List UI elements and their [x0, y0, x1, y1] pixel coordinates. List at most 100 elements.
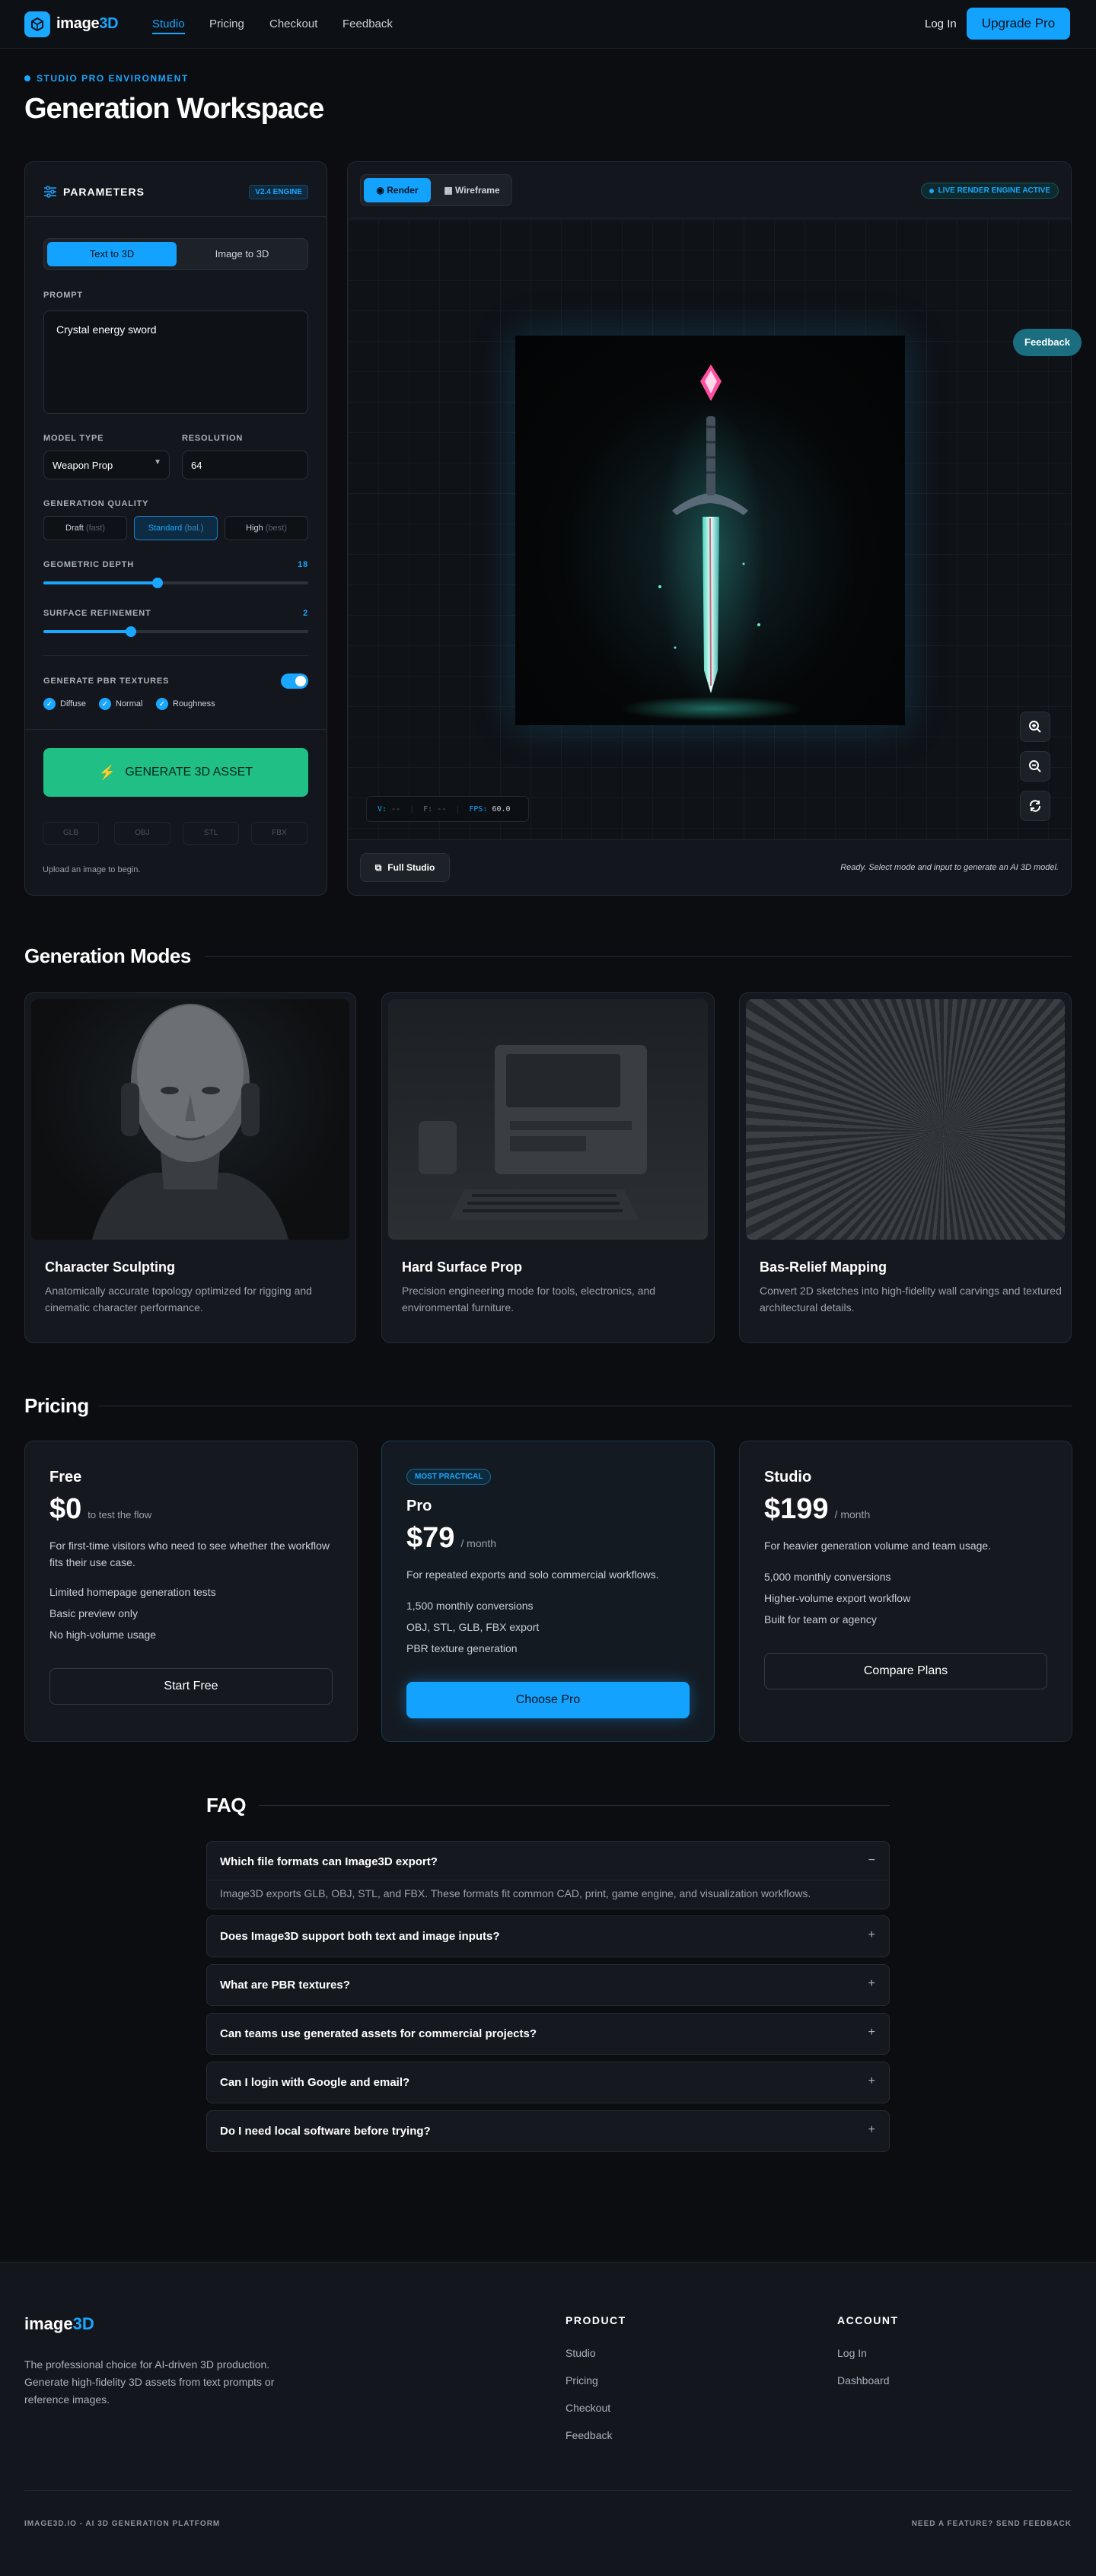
format-stl[interactable]: STL — [183, 822, 239, 845]
resolution-input[interactable]: 64 — [182, 451, 308, 479]
footer-link-feedback[interactable]: Feedback — [566, 2429, 612, 2441]
generate-button[interactable]: ⚡ GENERATE 3D ASSET — [43, 748, 308, 797]
expand-icon: + — [868, 2074, 875, 2087]
prompt-label: PROMPT — [43, 291, 83, 300]
render-button[interactable]: ◉ Render — [364, 178, 431, 202]
footer-link-pricing[interactable]: Pricing — [566, 2374, 598, 2387]
brand-suffix: 3D — [99, 15, 119, 32]
hard-surface-image — [388, 999, 708, 1240]
refinement-slider[interactable] — [43, 626, 308, 637]
faq-item[interactable]: What are PBR textures? + — [206, 1964, 890, 2006]
depth-slider-handle[interactable] — [151, 578, 163, 588]
character-bust-icon — [92, 1004, 288, 1240]
nav-pricing[interactable]: Pricing — [209, 18, 244, 30]
refinement-slider-handle[interactable] — [125, 626, 136, 637]
wireframe-button[interactable]: ▦ Wireframe — [434, 178, 510, 202]
faq-item[interactable]: Can I login with Google and email? + — [206, 2062, 890, 2103]
bolt-icon: ⚡ — [98, 764, 116, 780]
login-link[interactable]: Log In — [925, 18, 957, 30]
depth-slider[interactable] — [43, 578, 308, 588]
tab-image-to-3d[interactable]: Image to 3D — [178, 242, 306, 266]
format-obj[interactable]: OBJ — [114, 822, 170, 845]
rotate-icon[interactable] — [1020, 791, 1050, 821]
footer-link-studio[interactable]: Studio — [566, 2347, 596, 2359]
resolution-label: RESOLUTION — [182, 434, 244, 443]
footer-link-checkout[interactable]: Checkout — [566, 2402, 610, 2414]
mode-card-bas-relief[interactable]: Bas-Relief Mapping Convert 2D sketches i… — [739, 992, 1072, 1343]
footer-feedback-link[interactable]: NEED A FEATURE? SEND FEEDBACK — [912, 2520, 1072, 2528]
quality-draft[interactable]: Draft (fast) — [43, 516, 127, 540]
faq-item[interactable]: Can teams use generated assets for comme… — [206, 2013, 890, 2055]
feedback-floating-button[interactable]: Feedback — [1013, 329, 1082, 356]
quality-high[interactable]: High (best) — [225, 516, 308, 540]
model-type-value: Weapon Prop — [53, 460, 113, 471]
model-type-label: MODEL TYPE — [43, 434, 104, 443]
plan-feature: 1,500 monthly conversions — [406, 1600, 534, 1612]
checkbox-roughness[interactable]: ✓ Roughness — [156, 698, 215, 710]
upload-hint: Upload an image to begin. — [43, 865, 141, 874]
quality-high-note: (best) — [265, 524, 287, 533]
faq-item-expanded[interactable]: Which file formats can Image3D export? −… — [206, 1841, 890, 1909]
stat-fps-value: 60.0 — [492, 804, 511, 814]
footer-logo[interactable]: image3D — [24, 2314, 94, 2334]
depth-label: GEOMETRIC DEPTH — [43, 560, 134, 569]
stat-faces-label: F: — [423, 804, 433, 814]
nav-checkout[interactable]: Checkout — [269, 18, 317, 30]
full-studio-label: Full Studio — [387, 862, 435, 873]
quality-high-name: High — [246, 524, 263, 533]
faq-answer: Image3D exports GLB, OBJ, STL, and FBX. … — [220, 1887, 811, 1899]
render-label: Render — [387, 185, 419, 196]
plan-name: Pro — [406, 1498, 432, 1514]
faq-item[interactable]: Does Image3D support both text and image… — [206, 1915, 890, 1957]
mode-card-title: Character Sculpting — [45, 1259, 176, 1275]
model-type-select[interactable]: Weapon Prop ▼ — [43, 451, 170, 479]
stat-divider: | — [455, 804, 460, 814]
plan-name: Free — [49, 1469, 82, 1485]
compare-plans-button[interactable]: Compare Plans — [764, 1653, 1047, 1689]
logo-cube-icon[interactable] — [24, 11, 50, 37]
divider — [24, 2490, 1072, 2491]
prompt-textarea[interactable]: Crystal energy sword — [43, 310, 308, 414]
brand-logo[interactable]: image3D — [56, 15, 119, 33]
mode-card-character[interactable]: Character Sculpting Anatomically accurat… — [24, 992, 356, 1343]
checkbox-diffuse[interactable]: ✓ Diffuse — [43, 698, 86, 710]
plan-price-row: $79 / month — [406, 1522, 496, 1555]
zoom-out-icon[interactable] — [1020, 751, 1050, 782]
plan-price: $199 — [764, 1493, 829, 1525]
stat-vertices: V: -- — [378, 805, 400, 814]
footer-link-login[interactable]: Log In — [837, 2347, 867, 2359]
format-fbx[interactable]: FBX — [251, 822, 307, 845]
plan-card-studio: Studio $199 / month For heavier generatio… — [739, 1441, 1072, 1742]
section-rule — [259, 1805, 890, 1806]
render-stats: V: -- | F: -- | FPS: 60.0 — [366, 796, 529, 822]
nav-feedback[interactable]: Feedback — [342, 18, 393, 30]
stat-vertices-label: V: — [378, 804, 387, 814]
quality-draft-name: Draft — [65, 524, 84, 533]
upgrade-pro-button[interactable]: Upgrade Pro — [967, 8, 1070, 40]
engine-badge: V2.4 ENGINE — [249, 185, 308, 199]
checkbox-normal[interactable]: ✓ Normal — [99, 698, 142, 710]
eye-icon: ◉ — [376, 185, 384, 196]
faq-title: FAQ — [206, 1794, 246, 1817]
full-studio-button[interactable]: ⧉ Full Studio — [360, 853, 450, 882]
stat-faces-value: -- — [437, 804, 447, 814]
choose-pro-button[interactable]: Choose Pro — [406, 1682, 690, 1718]
faq-item[interactable]: Do I need local software before trying? + — [206, 2110, 890, 2152]
format-glb[interactable]: GLB — [43, 822, 99, 845]
zoom-in-icon[interactable] — [1020, 712, 1050, 742]
plan-feature: Built for team or agency — [764, 1613, 877, 1626]
nav-studio[interactable]: Studio — [152, 18, 185, 34]
mode-card-hard-surface[interactable]: Hard Surface Prop Precision engineering … — [381, 992, 715, 1343]
faq-question: Can I login with Google and email? — [220, 2076, 410, 2089]
toggle-knob — [295, 676, 306, 686]
depth-slider-fill — [43, 581, 158, 584]
brand-name: image — [24, 2314, 73, 2333]
tab-text-to-3d[interactable]: Text to 3D — [47, 242, 177, 266]
pbr-toggle[interactable] — [281, 673, 308, 689]
quality-standard[interactable]: Standard (bal.) — [134, 516, 218, 540]
footer-link-dashboard[interactable]: Dashboard — [837, 2374, 890, 2387]
start-free-button[interactable]: Start Free — [49, 1668, 333, 1705]
stat-faces: F: -- — [423, 805, 446, 814]
chevron-down-icon: ▼ — [154, 458, 161, 466]
refinement-slider-fill — [43, 630, 131, 633]
